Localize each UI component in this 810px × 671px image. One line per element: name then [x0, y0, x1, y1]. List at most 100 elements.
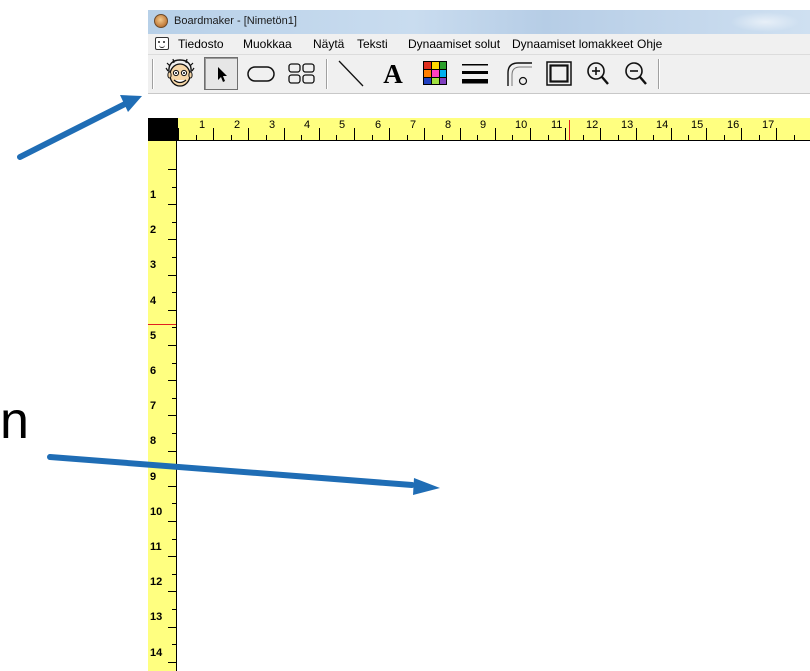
diagonal-line-icon — [338, 60, 364, 87]
cursor-position-marker — [148, 324, 176, 325]
line-tool[interactable] — [331, 57, 371, 90]
ruler-tick — [548, 135, 549, 140]
menu-muokkaa[interactable]: Muokkaa — [243, 37, 292, 51]
ruler-tick — [477, 135, 478, 140]
ruler-tick — [389, 128, 390, 140]
ruler-number: 9 — [150, 471, 157, 483]
ruler-number: 13 — [621, 119, 634, 131]
zoom-out-icon — [625, 62, 647, 85]
vertical-ruler[interactable]: 1 2 3 4 5 6 7 8 9 10 11 12 13 14 — [148, 141, 177, 671]
horizontal-ruler[interactable]: 1 2 3 4 5 6 7 8 9 10 11 12 13 14 15 16 17 — [148, 118, 810, 141]
ruler-tick — [172, 609, 176, 610]
menu-nayta[interactable]: Näytä — [313, 37, 344, 51]
zoom-out-button[interactable] — [617, 57, 655, 90]
menu-tiedosto[interactable]: Tiedosto — [178, 37, 224, 51]
ruler-tick — [776, 128, 777, 140]
ruler-number: 2 — [234, 119, 241, 131]
ruler-tick — [168, 521, 176, 522]
ruler-tick — [231, 135, 232, 140]
ruler-number: 5 — [339, 119, 346, 131]
text-tool[interactable]: A — [373, 57, 413, 90]
corner-radius-tool[interactable] — [501, 57, 539, 90]
title-bar[interactable]: Boardmaker - [Nimetön1] — [148, 10, 810, 34]
ruler-tick — [172, 257, 176, 258]
ruler-number: 8 — [445, 119, 452, 131]
ruler-tick — [172, 433, 176, 434]
toolbar: A — [148, 55, 810, 94]
line-thickness-tool[interactable] — [455, 57, 495, 90]
toolbar-grip — [152, 59, 153, 89]
menu-dynaamiset-solut[interactable]: Dynaamiset solut — [408, 37, 500, 51]
ruler-tick — [688, 135, 689, 140]
zoom-in-button[interactable] — [579, 57, 617, 90]
ruler-tick — [248, 128, 249, 140]
ruler-tick — [168, 591, 176, 592]
ruler-tick — [794, 135, 795, 140]
ruler-number: 11 — [551, 119, 563, 131]
ruler-tick — [168, 451, 176, 452]
boardmaker-window: Boardmaker - [Nimetön1] Tiedosto Muokkaa… — [148, 10, 810, 671]
ruler-number: 3 — [150, 259, 157, 271]
ruler-tick — [512, 135, 513, 140]
ruler-tick — [301, 135, 302, 140]
ruler-tick — [172, 644, 176, 645]
ruler-number: 3 — [269, 119, 276, 131]
ruler-number: 17 — [762, 119, 775, 131]
symbol-finder-button[interactable] — [160, 57, 200, 90]
ruler-tick — [706, 128, 707, 140]
ruler-tick — [178, 128, 179, 140]
ruler-number: 12 — [150, 576, 163, 588]
ruler-tick — [168, 204, 176, 205]
document-face-icon[interactable] — [155, 37, 169, 50]
ruler-tick — [172, 222, 176, 223]
border-tool[interactable] — [540, 57, 578, 90]
ruler-tick — [168, 239, 176, 240]
ruler-tick — [319, 128, 320, 140]
ruler-number: 15 — [691, 119, 704, 131]
menu-ohje[interactable]: Ohje — [637, 37, 662, 51]
ruler-number: 12 — [586, 119, 599, 131]
button-tool[interactable] — [241, 57, 281, 90]
ruler-tick — [172, 398, 176, 399]
ruler-tick — [442, 135, 443, 140]
ruler-tick — [168, 486, 176, 487]
ruler-tick — [213, 128, 214, 140]
rounded-rectangle-icon — [247, 66, 275, 82]
ruler-tick — [168, 556, 176, 557]
ruler-tick — [172, 539, 176, 540]
ruler-tick — [671, 128, 672, 140]
ruler-number: 16 — [727, 119, 740, 131]
pointer-arrow-icon — [218, 67, 227, 82]
ruler-tick — [600, 128, 601, 140]
ruler-corner — [148, 118, 178, 141]
ruler-number: 14 — [656, 119, 669, 131]
ruler-tick — [168, 662, 176, 663]
ruler-tick — [583, 135, 584, 140]
color-palette-icon — [423, 61, 447, 85]
ruler-tick — [636, 128, 637, 140]
ruler-tick — [741, 128, 742, 140]
board-canvas[interactable] — [177, 141, 810, 671]
ruler-tick — [354, 128, 355, 140]
ruler-tick — [168, 310, 176, 311]
corner-radius-icon — [507, 62, 532, 86]
ruler-tick — [565, 128, 566, 140]
pointer-tool-button[interactable] — [204, 57, 238, 90]
ruler-number: 5 — [150, 330, 157, 342]
ruler-number: 8 — [150, 435, 157, 447]
ruler-number: 10 — [150, 506, 163, 518]
ruler-number: 13 — [150, 611, 163, 623]
color-tool[interactable] — [414, 57, 454, 90]
ruler-tick — [196, 135, 197, 140]
ruler-tick — [168, 627, 176, 628]
ruler-tick — [168, 345, 176, 346]
title-bar-glow — [730, 12, 800, 32]
ruler-tick — [172, 468, 176, 469]
ruler-tick — [172, 292, 176, 293]
ruler-tick — [168, 415, 176, 416]
cells-tool[interactable] — [283, 57, 321, 90]
menu-teksti[interactable]: Teksti — [357, 37, 388, 51]
face-icon — [165, 58, 195, 87]
boardmaker-app-icon[interactable] — [154, 14, 168, 28]
menu-dynaamiset-lomakkeet[interactable]: Dynaamiset lomakkeet — [512, 37, 633, 51]
